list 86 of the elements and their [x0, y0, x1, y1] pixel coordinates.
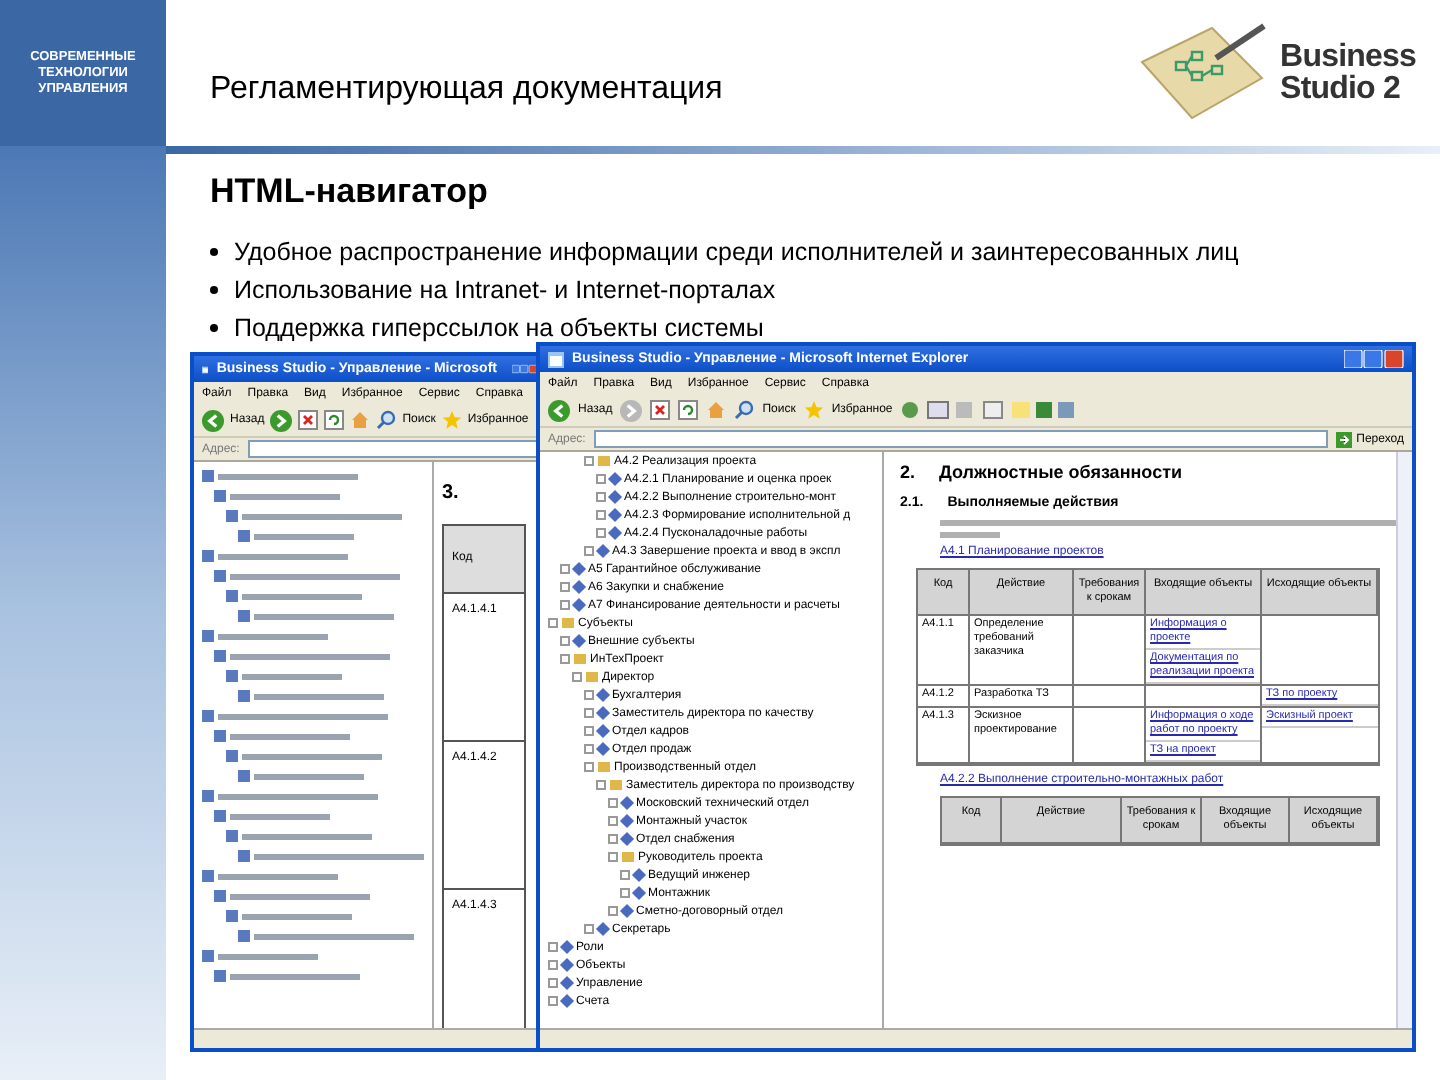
blurred-text-drawing — [242, 673, 342, 679]
blurred-text-drawing — [218, 873, 338, 879]
section-heading: Должностные обязанности — [939, 460, 1183, 486]
tree-node-icon — [226, 590, 238, 602]
refresh-icon[interactable] — [678, 400, 699, 420]
blurred-text-drawing — [230, 493, 340, 499]
tree-node-icon — [238, 530, 250, 542]
folder-icon — [562, 618, 574, 628]
blurred-text-drawing — [242, 833, 372, 839]
blurred-text-drawing — [230, 893, 370, 899]
search-icon[interactable] — [734, 400, 755, 420]
blurred-text-drawing — [242, 913, 352, 919]
stop-icon[interactable] — [298, 410, 319, 430]
address-field[interactable] — [247, 440, 538, 458]
tree-node-icon — [214, 490, 226, 502]
tree-node-icon — [238, 770, 250, 782]
bullet-text: Удобное распространение информации среди исполнителей и заинтересованных лиц — [234, 235, 1239, 270]
tree-node-icon — [214, 890, 226, 902]
tree-node-icon — [202, 630, 214, 642]
bullet-icon — [210, 324, 218, 332]
tree-node-icon — [214, 730, 226, 742]
blurred-text-drawing — [254, 613, 394, 619]
blurred-text-drawing — [254, 693, 384, 699]
tree-node-icon — [238, 930, 250, 942]
tree-node-icon — [202, 870, 214, 882]
blurred-text-drawing — [218, 633, 328, 639]
empty-table-cell — [1074, 686, 1146, 708]
blurred-text-drawing — [230, 733, 350, 739]
tree-node-icon — [214, 970, 226, 982]
tree-node-icon — [238, 690, 250, 702]
tree-node-icon — [226, 750, 238, 762]
blurred-text-drawing — [242, 753, 382, 759]
expander-icon[interactable] — [584, 924, 594, 934]
section-number: 2. — [900, 460, 916, 486]
blurred-text-drawing — [242, 593, 362, 599]
section-heading: HTML-навигатор — [210, 170, 490, 214]
refresh-icon[interactable] — [324, 410, 345, 430]
window-buttons-icon[interactable] — [512, 360, 538, 378]
blurred-text-drawing — [254, 773, 364, 779]
star-icon[interactable] — [803, 400, 824, 420]
blurred-text-drawing — [218, 953, 318, 959]
tree-node-icon — [214, 570, 226, 582]
stop-icon[interactable] — [650, 400, 671, 420]
home-icon[interactable] — [350, 410, 371, 430]
search-icon[interactable] — [376, 410, 397, 430]
blurred-text-drawing — [940, 532, 1000, 538]
go-arrow-icon — [1336, 431, 1353, 447]
node-icon — [571, 633, 587, 649]
blurred-text-drawing — [254, 533, 354, 539]
tree-node-icon — [202, 950, 214, 962]
blurred-text-drawing — [218, 553, 348, 559]
blurred-text-drawing — [230, 973, 360, 979]
bullet-text: Использование на Intranet- и Internet-порталах — [234, 273, 776, 308]
browser-icon — [548, 351, 564, 367]
bullet-text: Поддержка гиперссылок на объекты системы — [234, 311, 764, 346]
tree-node-icon — [202, 550, 214, 562]
tree-node-icon — [202, 710, 214, 722]
slide-title: Регламентирующая документация — [210, 69, 723, 109]
blurred-text-drawing — [218, 473, 358, 479]
product-name: Studio 2 — [1280, 73, 1402, 105]
window-buttons-icon[interactable] — [1344, 350, 1404, 368]
tree-node-icon — [226, 910, 238, 922]
tree-node-icon — [238, 610, 250, 622]
folder-icon — [598, 456, 610, 466]
tree-node-icon — [214, 810, 226, 822]
browser-icon — [202, 361, 209, 377]
tree-node-icon — [214, 650, 226, 662]
node-icon — [595, 921, 611, 937]
bullet-icon — [210, 286, 218, 294]
tree-node-icon — [226, 510, 238, 522]
tree-node-icon — [202, 790, 214, 802]
scrollbar[interactable] — [1396, 452, 1412, 1028]
tree-node-icon — [202, 470, 214, 482]
product-name: Business — [1280, 41, 1416, 73]
tree-node-icon — [226, 830, 238, 842]
star-icon[interactable] — [441, 410, 462, 430]
back-arrow-icon[interactable] — [548, 399, 570, 421]
tree-node-icon — [226, 670, 238, 682]
bullet-icon — [210, 248, 218, 256]
address-field[interactable] — [593, 430, 1329, 448]
back-arrow-icon[interactable] — [202, 409, 224, 431]
tree-node-icon — [238, 850, 250, 862]
home-icon[interactable] — [706, 400, 727, 420]
section-number: 3. — [442, 480, 459, 508]
folder-icon — [622, 852, 634, 862]
blurred-text-drawing — [230, 813, 330, 819]
